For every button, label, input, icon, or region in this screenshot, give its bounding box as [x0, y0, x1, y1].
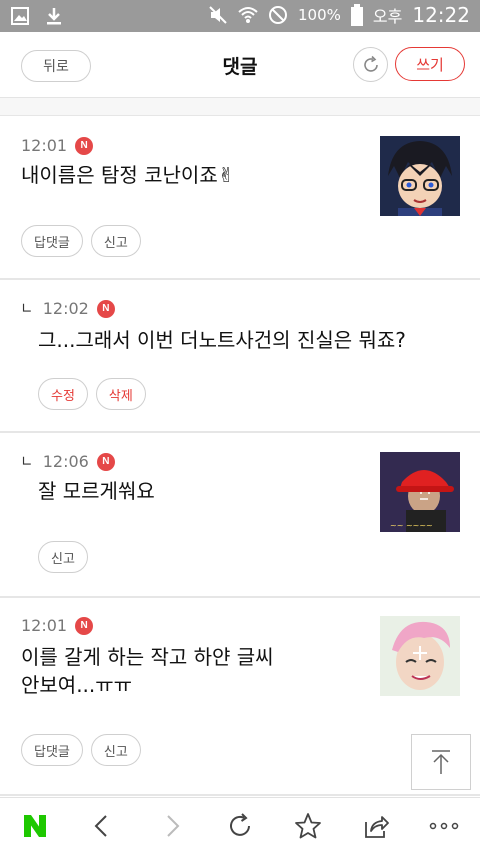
- bookmark-button[interactable]: [278, 798, 338, 853]
- more-button[interactable]: [414, 798, 474, 853]
- comment-item: ∟ 12:02 N 그...그래서 이번 더노트사건의 진실은 뭐죠? 수정 삭…: [0, 279, 480, 432]
- comment-meta: 12:01 N: [21, 136, 94, 155]
- comment-actions: 답댓글 신고: [21, 225, 141, 257]
- new-badge: N: [96, 452, 115, 471]
- delete-button[interactable]: 삭제: [95, 378, 146, 410]
- comment-text-line: 안보여...ㅠㅠ: [21, 673, 133, 697]
- reply-indicator-icon: ∟: [21, 453, 33, 470]
- comment-text: 내이름은 탐정 코난이죠✌: [21, 161, 234, 189]
- report-button[interactable]: 신고: [90, 734, 141, 766]
- comment-actions: 답댓글 신고: [21, 734, 141, 766]
- naver-home-button[interactable]: [5, 798, 65, 853]
- comment-text-line: 잘 모르게쒀요: [38, 479, 155, 503]
- star-icon: [295, 813, 321, 839]
- status-time: 12:22: [412, 3, 470, 27]
- conan-sticker: [380, 136, 460, 216]
- back-nav-button[interactable]: [72, 798, 132, 853]
- new-badge: N: [96, 299, 115, 318]
- red-hat-sticker: ~~ ~~~~: [380, 452, 460, 532]
- status-bar: 100% 오후 12:22: [0, 0, 480, 32]
- report-button[interactable]: 신고: [38, 541, 88, 573]
- comment-meta: ∟ 12:02 N: [21, 299, 115, 318]
- refresh-icon: [363, 55, 378, 72]
- reload-icon: [230, 813, 250, 836]
- comment-actions: 신고: [38, 541, 88, 573]
- comment-text-line: 그...그래서 이번 더노트사건의 진실은 뭐죠?: [38, 328, 406, 352]
- back-arrow-icon: [94, 815, 107, 837]
- write-button[interactable]: 쓰기: [395, 47, 465, 81]
- comment-time: 12:06: [42, 452, 89, 471]
- comment-text: 잘 모르게쒀요: [38, 477, 155, 505]
- reply-button[interactable]: 답댓글: [21, 225, 83, 257]
- comment-text: 그...그래서 이번 더노트사건의 진실은 뭐죠?: [38, 326, 406, 354]
- svg-text:~~ ~~~~: ~~ ~~~~: [390, 521, 433, 530]
- mute-icon: [209, 6, 227, 24]
- gallery-notification-icon: [11, 7, 29, 25]
- comments-header: 뒤로 댓글 쓰기: [0, 32, 480, 98]
- battery-icon: [350, 4, 363, 26]
- comment-item: 12:01 N 내이름은 탐정 코난이죠✌ 답댓글 신고: [0, 115, 480, 279]
- forward-arrow-icon: [167, 815, 180, 837]
- comment-actions: 수정 삭제: [38, 378, 146, 410]
- new-badge: N: [75, 616, 94, 635]
- wifi-icon: [238, 7, 258, 23]
- battery-percent: 100%: [298, 6, 341, 24]
- status-ampm: 오후: [372, 7, 403, 26]
- sticker-image[interactable]: ~~ ~~~~: [380, 452, 460, 532]
- pink-hair-sticker: [380, 616, 460, 696]
- comment-meta: 12:01 N: [21, 616, 94, 635]
- new-badge: N: [75, 136, 94, 155]
- forward-nav-button[interactable]: [142, 798, 202, 853]
- comment-time: 12:02: [42, 299, 89, 318]
- reload-button[interactable]: [210, 798, 270, 853]
- comment-meta: ∟ 12:06 N: [21, 452, 115, 471]
- share-button[interactable]: [346, 798, 406, 853]
- no-sim-icon: [269, 6, 288, 24]
- more-icon: [429, 822, 459, 830]
- sticker-image[interactable]: [380, 616, 460, 696]
- reply-indicator-icon: ∟: [21, 300, 33, 317]
- sticker-image[interactable]: [380, 136, 460, 216]
- edit-button[interactable]: 수정: [38, 378, 88, 410]
- comment-text-line: 이를 갈게 하는 작고 하얀 글씨: [21, 645, 274, 669]
- n-logo-icon: [24, 815, 46, 837]
- share-icon: [365, 816, 389, 838]
- report-button[interactable]: 신고: [90, 225, 141, 257]
- reply-button[interactable]: 답댓글: [21, 734, 83, 766]
- comment-text: 이를 갈게 하는 작고 하얀 글씨 안보여...ㅠㅠ: [21, 643, 274, 699]
- refresh-button[interactable]: [353, 47, 388, 82]
- browser-toolbar: [0, 797, 480, 853]
- comment-item: ∟ 12:06 N 잘 모르게쒀요 신고 ~~ ~~~~: [0, 432, 480, 597]
- comment-time: 12:01: [21, 136, 68, 155]
- comment-text-line: 내이름은 탐정 코난이죠✌: [21, 163, 235, 187]
- arrow-up-icon: [432, 750, 450, 774]
- comment-item: 12:01 N 이를 갈게 하는 작고 하얀 글씨 안보여...ㅠㅠ 답댓글 신…: [0, 597, 480, 795]
- comment-time: 12:01: [21, 616, 68, 635]
- download-notification-icon: [47, 8, 61, 25]
- scroll-to-top-button[interactable]: [411, 734, 471, 790]
